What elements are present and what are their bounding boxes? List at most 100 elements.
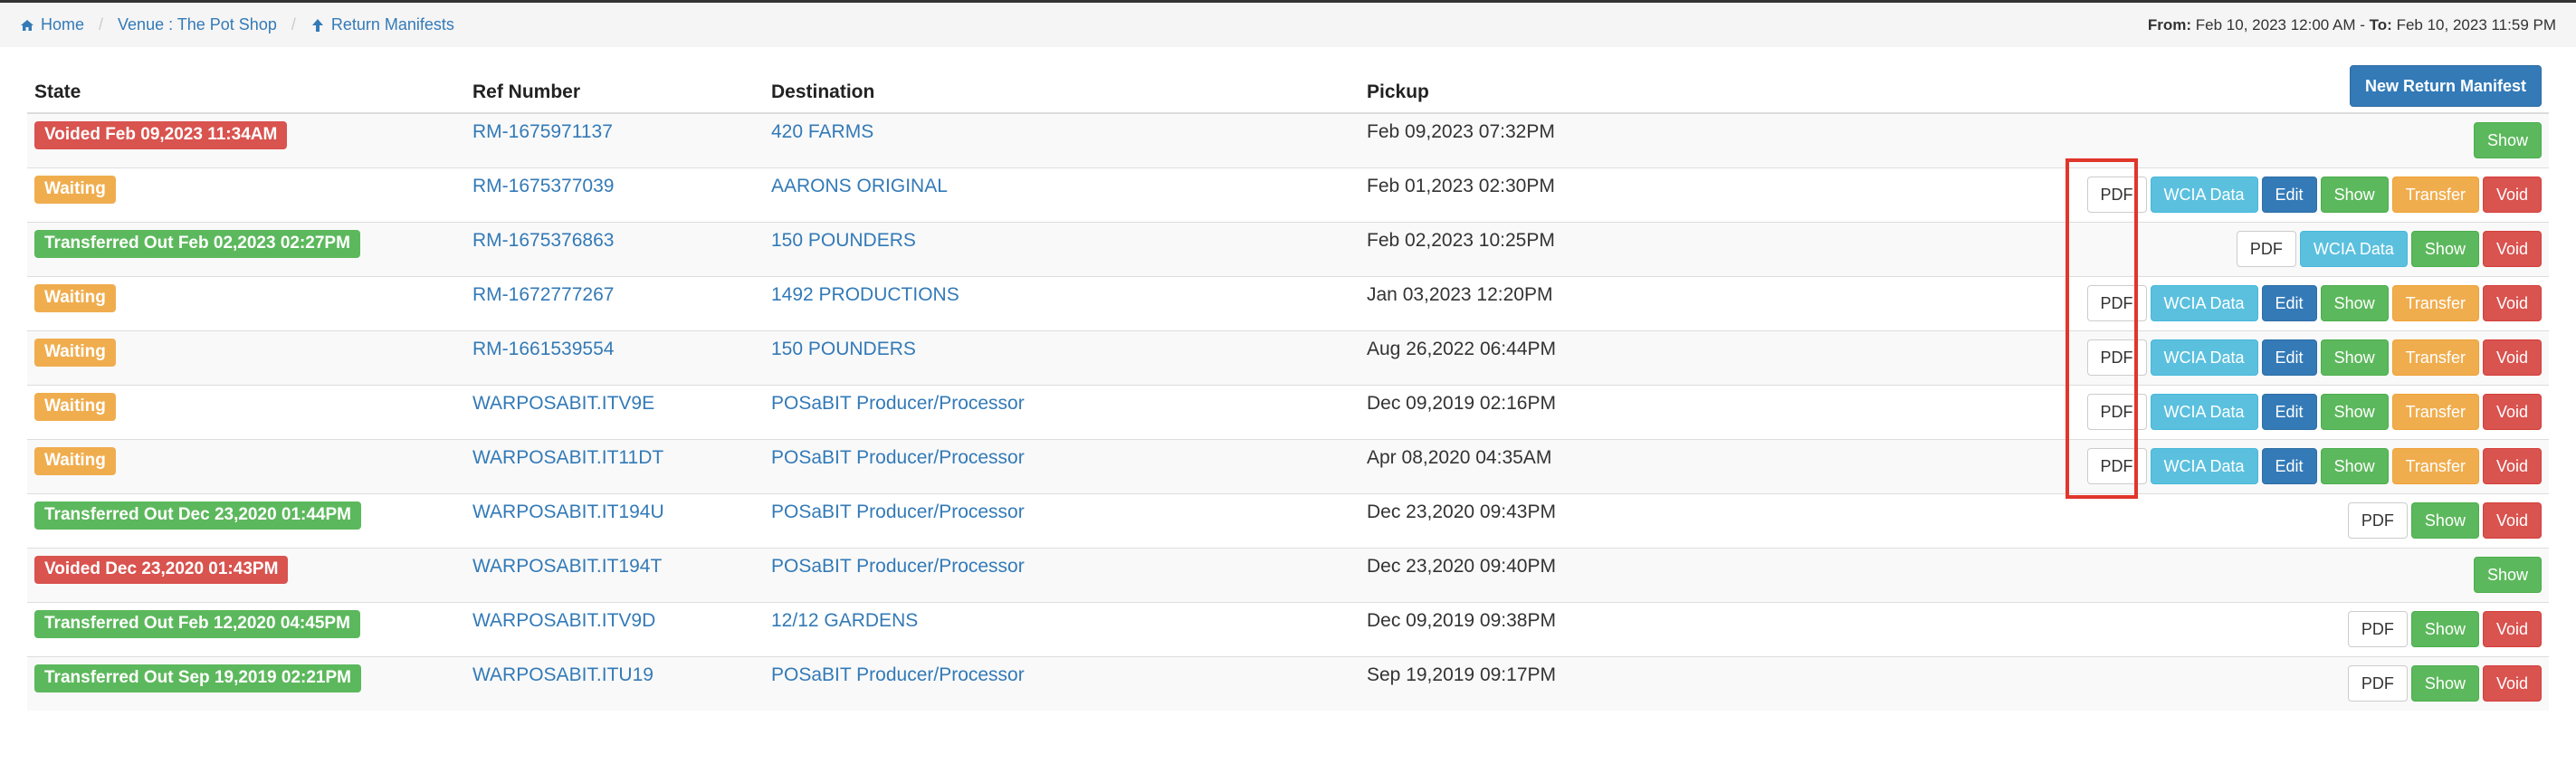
destination-link[interactable]: POSaBIT Producer/Processor (771, 501, 1025, 522)
void-button[interactable]: Void (2482, 665, 2542, 702)
void-button[interactable]: Void (2482, 502, 2542, 539)
pdf-button[interactable]: PDF (2086, 177, 2147, 213)
void-button[interactable]: Void (2482, 611, 2542, 647)
destination-link[interactable]: 150 POUNDERS (771, 230, 916, 251)
edit-button[interactable]: Edit (2261, 448, 2317, 484)
ref-number-link[interactable]: RM-1661539554 (472, 339, 614, 359)
void-button[interactable]: Void (2482, 285, 2542, 321)
destination-link[interactable]: 1492 PRODUCTIONS (771, 284, 959, 305)
edit-button[interactable]: Edit (2261, 394, 2317, 430)
pickup-cell: Dec 23,2020 09:43PM (1360, 492, 1794, 548)
destination-link[interactable]: POSaBIT Producer/Processor (771, 664, 1025, 685)
void-button[interactable]: Void (2482, 339, 2542, 376)
show-button[interactable]: Show (2320, 448, 2389, 484)
pdf-button[interactable]: PDF (2347, 611, 2408, 647)
ref-number-cell: RM-1672777267 (465, 275, 764, 330)
show-button[interactable]: Show (2320, 177, 2389, 213)
breadcrumb-home-link[interactable]: Home (20, 15, 84, 34)
ref-number-link[interactable]: WARPOSABIT.ITU19 (472, 664, 654, 685)
pickup-cell: Dec 09,2019 09:38PM (1360, 601, 1794, 656)
table-row: Waiting RM-1675377039 AARONS ORIGINAL Feb 0… (27, 167, 2549, 222)
actions-cell: PDF WCIA Data Edit Show Transfer Void (1794, 167, 2549, 222)
destination-cell: POSaBIT Producer/Processor (764, 384, 1360, 439)
destination-cell: 150 POUNDERS (764, 329, 1360, 385)
breadcrumb-separator: / (291, 15, 296, 33)
destination-link[interactable]: 150 POUNDERS (771, 339, 916, 359)
ref-number-link[interactable]: WARPOSABIT.IT194U (472, 501, 664, 522)
actions-cell: PDF WCIA Data Edit Show Transfer Void (1794, 384, 2549, 439)
edit-button[interactable]: Edit (2261, 177, 2317, 213)
destination-cell: 150 POUNDERS (764, 221, 1360, 276)
date-range: From: Feb 10, 2023 12:00 AM - To: Feb 10… (2148, 16, 2556, 34)
show-button[interactable]: Show (2410, 611, 2479, 647)
arrow-up-icon (310, 18, 325, 33)
ref-number-link[interactable]: RM-1675376863 (472, 230, 614, 251)
column-header-state: State (27, 65, 465, 114)
state-badge: Waiting (34, 175, 116, 204)
transfer-button[interactable]: Transfer (2391, 448, 2479, 484)
wcia-data-button[interactable]: WCIA Data (2299, 231, 2408, 267)
ref-number-cell: WARPOSABIT.ITU19 (465, 655, 764, 711)
ref-number-link[interactable]: WARPOSABIT.IT11DT (472, 447, 663, 468)
void-button[interactable]: Void (2482, 231, 2542, 267)
pdf-button[interactable]: PDF (2086, 448, 2147, 484)
pdf-button[interactable]: PDF (2236, 231, 2296, 267)
transfer-button[interactable]: Transfer (2391, 394, 2479, 430)
destination-link[interactable]: AARONS ORIGINAL (771, 176, 948, 196)
pdf-button[interactable]: PDF (2086, 285, 2147, 321)
show-button[interactable]: Show (2473, 122, 2542, 159)
destination-link[interactable]: 12/12 GARDENS (771, 610, 918, 631)
show-button[interactable]: Show (2320, 339, 2389, 376)
table-row: Waiting WARPOSABIT.ITV9E POSaBIT Producer/… (27, 384, 2549, 439)
destination-link[interactable]: POSaBIT Producer/Processor (771, 447, 1025, 468)
destination-link[interactable]: 420 FARMS (771, 121, 873, 142)
void-button[interactable]: Void (2482, 394, 2542, 430)
transfer-button[interactable]: Transfer (2391, 339, 2479, 376)
wcia-data-button[interactable]: WCIA Data (2150, 339, 2258, 376)
state-badge: Transferred Out Dec 23,2020 01:44PM (34, 501, 362, 530)
wcia-data-button[interactable]: WCIA Data (2150, 177, 2258, 213)
destination-link[interactable]: POSaBIT Producer/Processor (771, 556, 1025, 577)
show-button[interactable]: Show (2320, 285, 2389, 321)
void-button[interactable]: Void (2482, 177, 2542, 213)
pdf-button[interactable]: PDF (2347, 502, 2408, 539)
breadcrumb-venue-link[interactable]: Venue : The Pot Shop (118, 15, 277, 34)
ref-number-link[interactable]: WARPOSABIT.IT194T (472, 556, 662, 577)
destination-link[interactable]: POSaBIT Producer/Processor (771, 393, 1025, 414)
wcia-data-button[interactable]: WCIA Data (2150, 448, 2258, 484)
show-button[interactable]: Show (2320, 394, 2389, 430)
state-cell: Waiting (27, 167, 465, 222)
transfer-button[interactable]: Transfer (2391, 285, 2479, 321)
show-button[interactable]: Show (2410, 231, 2479, 267)
breadcrumb-current-link[interactable]: Return Manifests (310, 15, 454, 34)
ref-number-link[interactable]: WARPOSABIT.ITV9E (472, 393, 654, 414)
show-button[interactable]: Show (2410, 502, 2479, 539)
destination-cell: AARONS ORIGINAL (764, 167, 1360, 222)
pdf-button[interactable]: PDF (2086, 339, 2147, 376)
column-header-actions: New Return Manifest (1794, 65, 2549, 114)
ref-number-link[interactable]: RM-1675377039 (472, 176, 614, 196)
show-button[interactable]: Show (2473, 557, 2542, 593)
ref-number-link[interactable]: RM-1672777267 (472, 284, 614, 305)
edit-button[interactable]: Edit (2261, 285, 2317, 321)
ref-number-link[interactable]: RM-1675971137 (472, 121, 613, 142)
state-badge: Transferred Out Feb 12,2020 04:45PM (34, 609, 360, 638)
new-return-manifest-button[interactable]: New Return Manifest (2349, 65, 2542, 107)
breadcrumb-separator: / (99, 15, 104, 33)
state-badge: Voided Feb 09,2023 11:34AM (34, 121, 288, 149)
void-button[interactable]: Void (2482, 448, 2542, 484)
show-button[interactable]: Show (2410, 665, 2479, 702)
edit-button[interactable]: Edit (2261, 339, 2317, 376)
transfer-button[interactable]: Transfer (2391, 177, 2479, 213)
ref-number-link[interactable]: WARPOSABIT.ITV9D (472, 610, 655, 631)
pdf-button[interactable]: PDF (2347, 665, 2408, 702)
table-row: Transferred Out Feb 02,2023 02:27PM RM-16… (27, 221, 2549, 276)
wcia-data-button[interactable]: WCIA Data (2150, 285, 2258, 321)
pdf-button[interactable]: PDF (2086, 394, 2147, 430)
ref-number-cell: WARPOSABIT.ITV9D (465, 601, 764, 656)
state-badge: Waiting (34, 446, 116, 475)
return-manifests-table-wrapper: State Ref Number Destination Pickup New … (27, 65, 2549, 711)
wcia-data-button[interactable]: WCIA Data (2150, 394, 2258, 430)
state-cell: Waiting (27, 438, 465, 493)
pickup-cell: Dec 23,2020 09:40PM (1360, 547, 1794, 602)
